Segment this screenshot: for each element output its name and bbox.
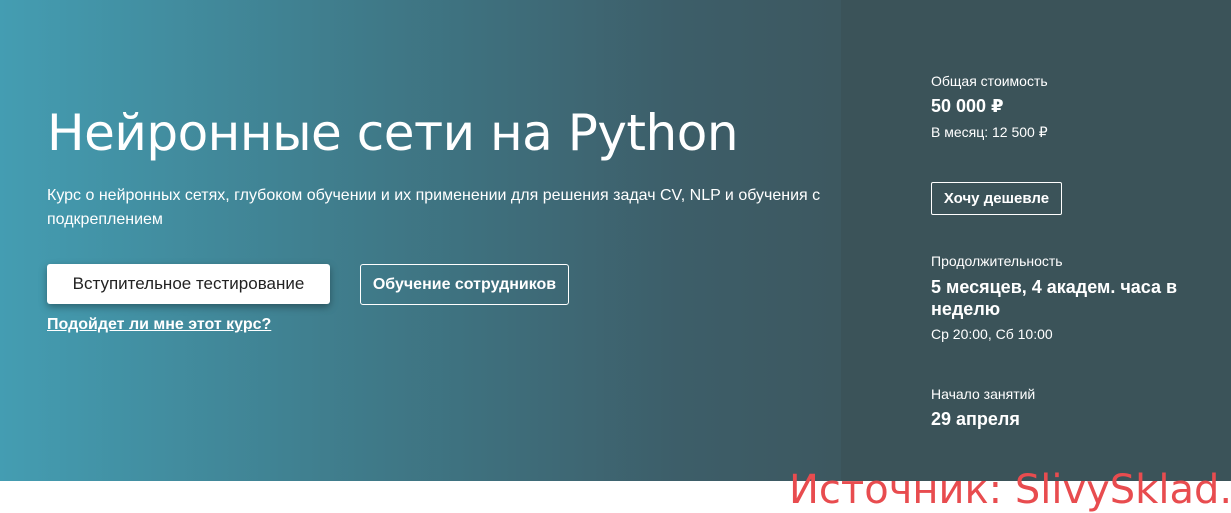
- course-fit-link[interactable]: Подойдет ли мне этот курс?: [47, 316, 271, 334]
- source-watermark: Источник: SlivySklad.ru: [789, 467, 1231, 513]
- entrance-test-button[interactable]: Вступительное тестирование: [47, 264, 330, 304]
- monthly-cost: В месяц: 12 500 ₽: [931, 124, 1048, 140]
- start-date-value: 29 апреля: [931, 409, 1020, 429]
- duration-label: Продолжительность: [931, 253, 1063, 269]
- schedule-text: Ср 20:00, Сб 10:00: [931, 326, 1053, 342]
- want-cheaper-button[interactable]: Хочу дешевле: [931, 182, 1062, 215]
- course-description: Курс о нейронных сетях, глубоком обучени…: [47, 187, 821, 228]
- total-cost-value: 50 000 ₽: [931, 96, 1004, 116]
- hero-section: Нейронные сети на Python Курс о нейронны…: [0, 0, 1231, 481]
- employee-training-button[interactable]: Обучение сотрудников: [360, 264, 569, 305]
- page-title: Нейронные сети на Python: [47, 104, 739, 162]
- total-cost-label: Общая стоимость: [931, 73, 1048, 89]
- duration-value: 5 месяцев, 4 академ. часа в неделю: [931, 277, 1178, 319]
- start-date-label: Начало занятий: [931, 386, 1036, 402]
